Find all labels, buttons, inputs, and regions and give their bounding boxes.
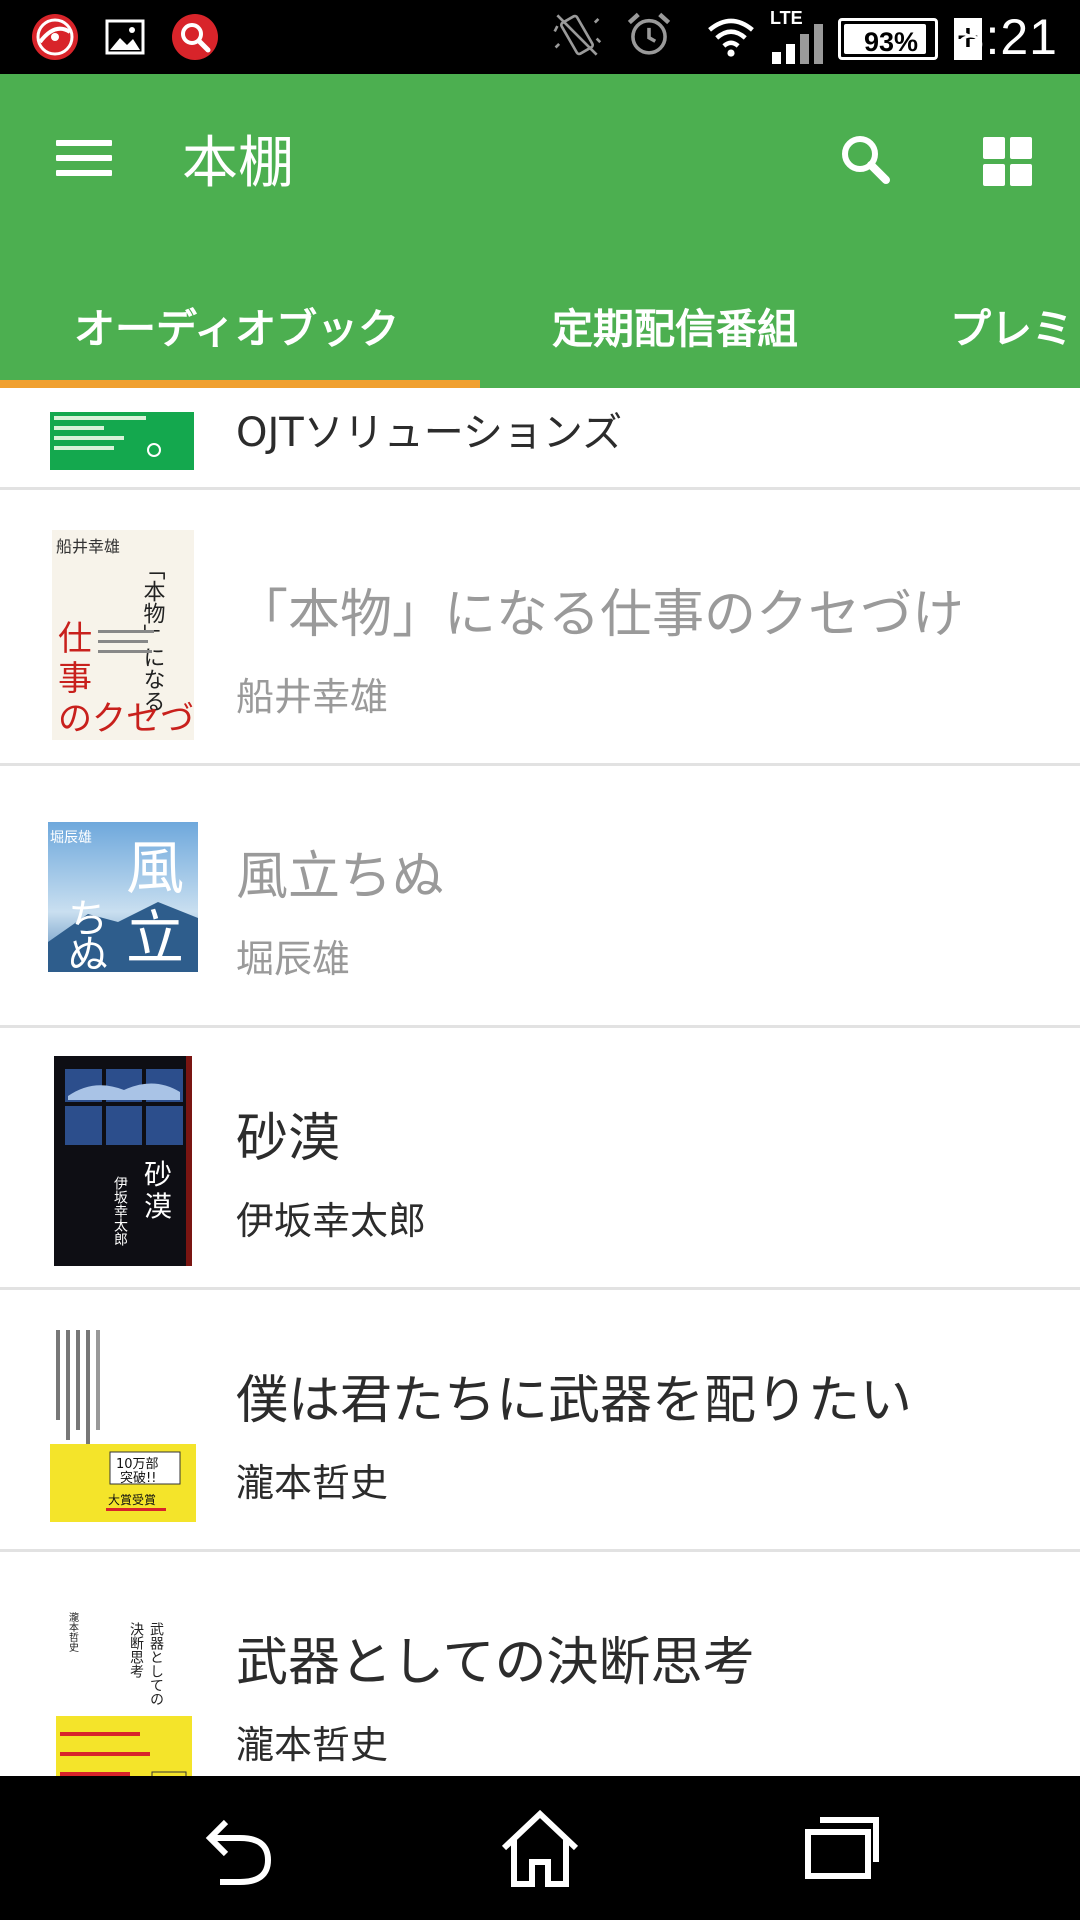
browser-app-icon <box>32 14 78 60</box>
svg-text:ぬ: ぬ <box>68 932 108 972</box>
book-cover: 砂 漠 伊坂幸太郎 <box>54 1056 192 1266</box>
svg-text:風: 風 <box>126 834 184 902</box>
alarm-icon <box>627 12 671 55</box>
svg-text:堀辰雄: 堀辰雄 <box>50 830 92 846</box>
svg-text:大賞受賞: 大賞受賞 <box>108 1493 156 1507</box>
book-author: 瀧本哲史 <box>236 1723 389 1767</box>
battery-icon: 93% + <box>838 18 982 60</box>
book-title: 砂漠 <box>236 1109 341 1169</box>
book-title: 僕は君たちに武器を配りたい <box>236 1371 913 1431</box>
book-author: 瀧本哲史 <box>236 1461 389 1505</box>
book-title: 武器としての決断思考 <box>236 1633 755 1693</box>
svg-text:瀧本哲史: 瀧本哲史 <box>67 1611 79 1653</box>
tab-indicator <box>0 380 480 388</box>
wifi-icon <box>708 18 754 57</box>
list-item[interactable]: 10万部 突破!! 大賞受賞 僕は君たちに武器を配りたい 瀧本哲史 <box>0 1290 1080 1552</box>
navigation-bar <box>0 1776 1080 1920</box>
book-cover <box>50 398 194 470</box>
list-item[interactable]: 堀辰雄 風 立 ち ぬ 風立ちぬ 堀辰雄 <box>0 766 1080 1028</box>
book-author: 船井幸雄 <box>236 675 389 719</box>
home-icon[interactable] <box>490 1800 590 1896</box>
svg-text:10万部: 10万部 <box>116 1457 159 1472</box>
book-author: OJTソリューションズ <box>236 410 623 456</box>
svg-text:武器としての: 武器としての <box>148 1622 164 1706</box>
status-bar: LTE 93% + 8:21 <box>0 0 1080 74</box>
svg-text:突破!!: 突破!! <box>120 1470 156 1486</box>
search-icon[interactable] <box>830 124 900 194</box>
book-title: 風立ちぬ <box>236 847 445 907</box>
list-item[interactable]: 船井幸雄 「本物」になる 仕 事 のクセづけ 「本物」になる仕事のクセづけ 船井… <box>0 504 1080 766</box>
svg-text:事: 事 <box>58 659 92 699</box>
book-author: 伊坂幸太郎 <box>236 1199 427 1243</box>
image-icon <box>105 19 145 55</box>
app-bar: 本棚 オーディオブック 定期配信番組 プレミ <box>0 74 1080 388</box>
svg-text:船井幸雄: 船井幸雄 <box>56 537 120 556</box>
vibrate-icon <box>553 14 602 56</box>
book-cover: 10万部 突破!! 大賞受賞 <box>50 1322 196 1522</box>
clock: 8:21 <box>956 9 1058 65</box>
back-icon[interactable] <box>190 1800 290 1896</box>
book-cover: 武器としての 決断思考 瀧本哲史 <box>56 1582 192 1776</box>
bookshelf-list[interactable]: OJTソリューションズ 船井幸雄 「本物」になる 仕 事 のクセづけ 「本物」に… <box>0 388 1080 1776</box>
list-item[interactable]: OJTソリューションズ <box>0 388 1080 490</box>
book-cover: 堀辰雄 風 立 ち ぬ <box>48 822 198 972</box>
recent-apps-icon[interactable] <box>790 1800 890 1896</box>
menu-icon[interactable] <box>44 126 124 190</box>
search-app-icon <box>172 14 218 60</box>
grid-view-icon[interactable] <box>970 124 1040 194</box>
svg-text:決断思考: 決断思考 <box>128 1622 144 1678</box>
svg-text:砂: 砂 <box>144 1158 172 1191</box>
tab-bar: オーディオブック 定期配信番組 プレミ <box>0 274 1080 388</box>
screen: LTE 93% + 8:21 本棚 オーディオブック 定期配信番組 プレミ OJ… <box>0 0 1080 1920</box>
svg-text:立: 立 <box>126 904 184 972</box>
svg-text:漠: 漠 <box>144 1190 172 1223</box>
book-cover: 船井幸雄 「本物」になる 仕 事 のクセづけ <box>52 530 194 740</box>
svg-text:「本物」になる: 「本物」になる <box>140 558 166 712</box>
book-author: 堀辰雄 <box>236 937 351 981</box>
list-item[interactable]: 武器としての 決断思考 瀧本哲史 武器としての決断思考 瀧本哲史 <box>0 1552 1080 1776</box>
tab-audiobook[interactable]: オーディオブック <box>74 274 399 382</box>
tab-premium[interactable]: プレミ <box>950 274 1073 382</box>
page-title: 本棚 <box>182 131 294 196</box>
list-item[interactable]: 砂 漠 伊坂幸太郎 砂漠 伊坂幸太郎 <box>0 1028 1080 1290</box>
battery-percent: 93% <box>863 27 919 57</box>
svg-text:仕: 仕 <box>58 619 92 659</box>
tab-periodic-programs[interactable]: 定期配信番組 <box>552 274 798 382</box>
svg-text:のクセづけ: のクセづけ <box>58 699 194 739</box>
book-title: 「本物」になる仕事のクセづけ <box>236 585 965 645</box>
signal-icon: LTE <box>770 8 834 64</box>
svg-text:伊坂幸太郎: 伊坂幸太郎 <box>112 1176 128 1246</box>
